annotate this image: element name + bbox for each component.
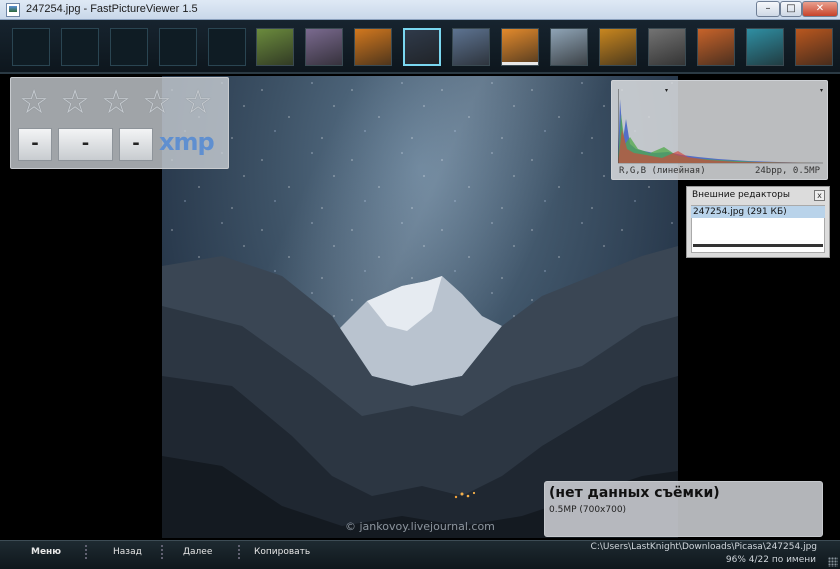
thumbnail-empty-slot — [208, 28, 246, 66]
bottom-toolbar: Меню Назад Далее Копировать C:\Users\Las… — [0, 540, 840, 569]
maximize-icon: □ — [786, 3, 796, 14]
status-info: 96% 4/22 по имени — [725, 555, 816, 565]
rating-star-2[interactable]: ☆ — [59, 85, 91, 118]
toolbar-separator — [160, 544, 164, 560]
thumbnail-empty-slot — [61, 28, 99, 66]
external-editors-title: Внешние редакторы — [692, 190, 790, 200]
toolbar-separator — [84, 544, 88, 560]
shooting-info-title: (нет данных съёмки) — [549, 485, 720, 501]
rating-star-5[interactable]: ☆ — [182, 85, 214, 118]
mountain-landscape — [162, 246, 678, 538]
resize-grip[interactable] — [828, 557, 838, 567]
thumbnail-selected[interactable] — [403, 28, 441, 66]
next-button[interactable]: Далее — [183, 547, 212, 557]
main-photo[interactable] — [162, 76, 678, 538]
close-icon: x — [817, 191, 822, 200]
histogram-info-label: 24bpp, 0.5MP — [754, 166, 820, 176]
rating-star-1[interactable]: ☆ — [18, 85, 50, 118]
title-bar: 247254.jpg - FastPictureViewer 1.5 – □ ✕ — [0, 0, 840, 20]
photo-watermark: © jankovoy.livejournal.com — [345, 520, 495, 533]
editors-close-button[interactable]: x — [814, 190, 825, 201]
rating-star-4[interactable]: ☆ — [141, 85, 173, 118]
rating-panel: ☆ ☆ ☆ ☆ ☆ - - - xmp — [10, 77, 229, 169]
thumbnail[interactable] — [550, 28, 588, 66]
app-icon — [6, 3, 20, 17]
thumbnail-strip — [0, 20, 840, 74]
thumbnail[interactable] — [305, 28, 343, 66]
thumbnail[interactable] — [599, 28, 637, 66]
editors-list-item[interactable]: 247254.jpg (291 КБ) — [691, 206, 825, 218]
window-title: 247254.jpg - FastPictureViewer 1.5 — [26, 3, 198, 15]
tag-button-1[interactable]: - — [18, 128, 52, 161]
shooting-info-resolution: 0.5MP (700x700) — [549, 505, 627, 515]
toolbar-separator — [237, 544, 241, 560]
back-button[interactable]: Назад — [113, 547, 142, 557]
thumbnail[interactable] — [648, 28, 686, 66]
external-editors-panel: Внешние редакторы x 247254.jpg (291 КБ) — [686, 186, 830, 258]
thumbnail[interactable] — [697, 28, 735, 66]
histogram-panel: R,G,B (линейная) 24bpp, 0.5MP — [611, 80, 828, 180]
rating-star-3[interactable]: ☆ — [100, 85, 132, 118]
thumbnail-marker — [502, 62, 538, 65]
maximize-button[interactable]: □ — [780, 1, 802, 17]
thumbnail[interactable] — [354, 28, 392, 66]
tag-button-2[interactable]: - — [58, 128, 113, 161]
histogram-mode-label: R,G,B (линейная) — [619, 166, 706, 176]
app-window: 247254.jpg - FastPictureViewer 1.5 – □ ✕… — [0, 0, 840, 569]
thumbnail-empty-slot — [12, 28, 50, 66]
close-icon: ✕ — [815, 3, 825, 14]
thumbnail-empty-slot — [110, 28, 148, 66]
shooting-info-panel: (нет данных съёмки) 0.5MP (700x700) — [544, 481, 823, 537]
menu-button[interactable]: Меню — [31, 547, 61, 557]
copy-button[interactable]: Копировать — [254, 547, 310, 557]
tag-button-3[interactable]: - — [119, 128, 153, 161]
file-path: C:\Users\LastKnight\Downloads\Picasa\247… — [590, 542, 817, 552]
xmp-button[interactable]: xmp — [159, 128, 215, 156]
thumbnail[interactable] — [746, 28, 784, 66]
close-button[interactable]: ✕ — [802, 1, 838, 17]
thumbnail-empty-slot — [159, 28, 197, 66]
thumbnail[interactable] — [256, 28, 294, 66]
minimize-icon: – — [765, 3, 771, 14]
editors-scrollbar[interactable] — [693, 244, 823, 247]
histogram-graph — [618, 89, 823, 164]
thumbnail[interactable] — [501, 28, 539, 66]
minimize-button[interactable]: – — [756, 1, 780, 17]
thumbnail[interactable] — [452, 28, 490, 66]
thumbnail[interactable] — [795, 28, 833, 66]
